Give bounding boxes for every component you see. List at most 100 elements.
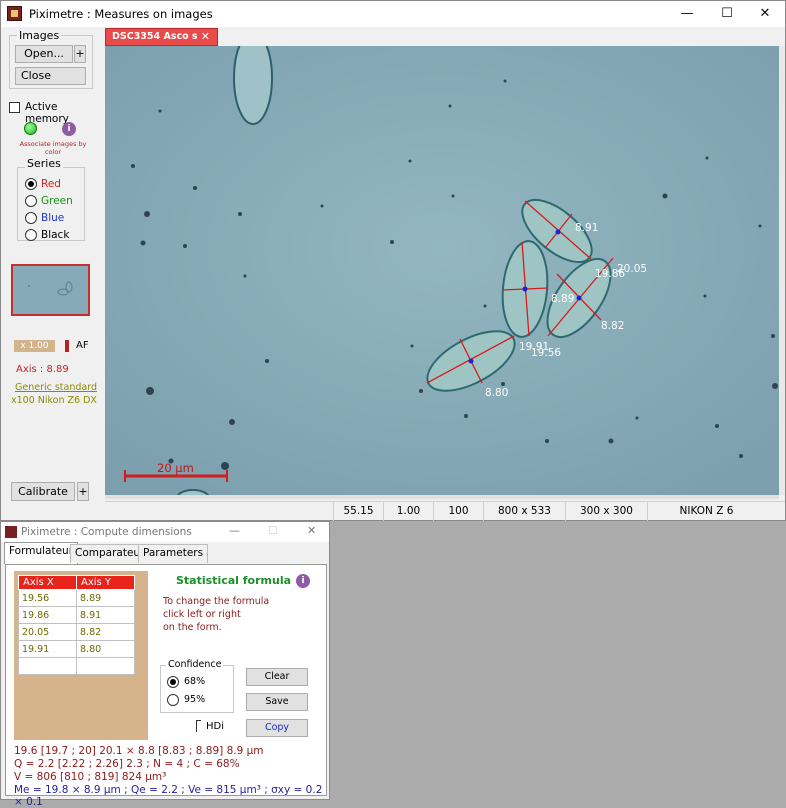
measurements-table-area: Axis X Axis Y 19.56 8.89 19.86 8.91 20.05 8.8…: [14, 571, 148, 740]
partial-spore-top: [233, 46, 273, 125]
vertical-scrollbar[interactable]: [779, 46, 785, 495]
status-value: 55.15: [333, 502, 383, 521]
series-label-green: Green: [41, 195, 73, 207]
hdi-checkbox[interactable]: [196, 720, 201, 732]
compute-title-bar: Piximetre : Compute dimensions — ☐ ✕: [1, 522, 329, 542]
formulateur-panel: Axis X Axis Y 19.56 8.89 19.86 8.91 20.05 8.8…: [5, 564, 327, 808]
table-row[interactable]: 20.05 8.82: [18, 623, 135, 641]
confidence-95-label: 95%: [184, 694, 206, 705]
measure-label: 19.56: [531, 347, 561, 359]
measure-label: 20.05: [617, 263, 647, 275]
measurements-table: Axis X Axis Y 19.56 8.89 19.86 8.91 20.05 8.8…: [18, 575, 135, 675]
instruction-line: To change the formula: [163, 596, 270, 607]
series-radio-green[interactable]: [25, 195, 37, 207]
compute-window-title: Piximetre : Compute dimensions: [21, 526, 192, 538]
app-icon: [7, 6, 22, 21]
zoom-badge[interactable]: x 1.00: [14, 340, 55, 352]
measure-label: 8.82: [601, 320, 624, 332]
hdi-label: HDi: [206, 721, 224, 732]
measure-label: 8.91: [575, 222, 598, 234]
active-memory-checkbox[interactable]: [9, 102, 20, 113]
status-image-size: 800 x 533: [483, 502, 565, 521]
close-button[interactable]: ✕: [745, 1, 785, 27]
image-tab-label: DSC3354 Asco s: [112, 31, 198, 42]
status-magnification: 100: [433, 502, 483, 521]
green-led-icon[interactable]: [24, 122, 37, 135]
instruction-line: on the form.: [163, 622, 222, 633]
af-label[interactable]: AF: [76, 340, 89, 351]
compute-maximize-button[interactable]: ☐: [268, 524, 278, 537]
cell-axis-x[interactable]: [18, 657, 77, 675]
result-line-quotient: Q = 2.2 [2.22 ; 2.26] 2.3 ; N = 4 ; C = …: [14, 758, 240, 770]
info-icon[interactable]: i: [296, 574, 310, 588]
cell-axis-y[interactable]: 8.89: [76, 589, 135, 607]
series-label-blue: Blue: [41, 212, 65, 224]
main-window: Piximetre : Measures on images — ☐ ✕ Ima…: [0, 0, 786, 521]
column-header-axis-x: Axis X: [18, 575, 77, 590]
cell-axis-x[interactable]: 19.56: [18, 589, 77, 607]
app-icon: [5, 526, 17, 538]
status-camera: NIKON Z 6: [647, 502, 765, 521]
calibration-text: x100 Nikon Z6 DX: [11, 395, 97, 406]
calibrate-button[interactable]: Calibrate: [11, 482, 75, 501]
series-radio-red[interactable]: [25, 178, 37, 190]
tab-parameters[interactable]: Parameters: [138, 544, 209, 563]
compute-close-button[interactable]: ✕: [307, 524, 316, 537]
maximize-button[interactable]: ☐: [707, 1, 747, 27]
image-tab-close-icon[interactable]: ✕: [201, 30, 210, 43]
thumbnail-preview-icon: [28, 281, 73, 296]
series-radio-blue[interactable]: [25, 212, 37, 224]
status-bar: 55.15 1.00 100 800 x 533 300 x 300 NIKON…: [105, 501, 785, 521]
minimize-button[interactable]: —: [667, 1, 707, 27]
measure-label: 8.80: [485, 387, 508, 399]
cell-axis-y[interactable]: 8.82: [76, 623, 135, 641]
compute-window: Piximetre : Compute dimensions — ☐ ✕ For…: [0, 521, 330, 808]
calibrate-plus-button[interactable]: +: [77, 482, 89, 501]
images-legend: Images: [17, 29, 62, 42]
table-row[interactable]: 19.56 8.89: [18, 589, 135, 607]
table-row[interactable]: 19.86 8.91: [18, 606, 135, 624]
open-button[interactable]: Open...: [15, 45, 73, 63]
info-icon[interactable]: i: [62, 122, 76, 136]
calibration-link[interactable]: Generic standard: [15, 382, 97, 393]
formula-instructions: To change the formula click left or righ…: [163, 595, 269, 634]
cell-axis-y[interactable]: 8.91: [76, 606, 135, 624]
result-line-mean: Me = 19.8 × 8.9 µm ; Qe = 2.2 ; Ve = 815…: [14, 784, 323, 808]
result-line-volume: V = 806 [810 ; 819] 824 µm³: [14, 771, 167, 783]
table-row[interactable]: [18, 657, 135, 675]
image-canvas[interactable]: 8.91 19.86 20.05 8.89 8.82 19.91 19.56 8…: [105, 46, 779, 495]
instruction-line: click left or right: [163, 609, 241, 620]
measure-label: 8.89: [551, 293, 574, 305]
micrograph-svg: 8.91 19.86 20.05 8.89 8.82 19.91 19.56 8…: [105, 46, 779, 495]
cell-axis-x[interactable]: 20.05: [18, 623, 77, 641]
save-button[interactable]: Save: [246, 693, 308, 711]
window-title: Piximetre : Measures on images: [29, 7, 213, 21]
result-line-dimensions: 19.6 [19.7 ; 20] 20.1 × 8.8 [8.83 ; 8.89…: [14, 745, 264, 757]
clear-button[interactable]: Clear: [246, 668, 308, 686]
horizontal-scrollbar[interactable]: [105, 495, 779, 499]
confidence-68-label: 68%: [184, 676, 206, 687]
cell-axis-y[interactable]: 8.80: [76, 640, 135, 658]
tab-formulateur[interactable]: Formulateur: [4, 542, 79, 564]
column-header-axis-y: Axis Y: [76, 575, 135, 590]
copy-button[interactable]: Copy: [246, 719, 308, 737]
active-memory-label: Active memory: [25, 101, 69, 125]
table-row[interactable]: 19.91 8.80: [18, 640, 135, 658]
series-label-red: Red: [41, 178, 61, 190]
series-legend: Series: [25, 157, 63, 170]
status-zoom: 1.00: [383, 502, 433, 521]
close-image-button[interactable]: Close: [15, 67, 86, 85]
open-plus-button[interactable]: +: [74, 45, 86, 63]
series-radio-black[interactable]: [25, 229, 37, 241]
cell-axis-x[interactable]: 19.91: [18, 640, 77, 658]
confidence-95-radio[interactable]: [167, 694, 179, 706]
axis-readout: Axis : 8.89: [16, 364, 69, 375]
cell-axis-x[interactable]: 19.86: [18, 606, 77, 624]
confidence-legend: Confidence: [166, 659, 224, 670]
compute-minimize-button[interactable]: —: [229, 524, 240, 537]
confidence-68-radio[interactable]: [167, 676, 179, 688]
image-thumbnail[interactable]: [11, 264, 90, 316]
statistical-formula-title: Statistical formula: [176, 574, 292, 587]
cell-axis-y[interactable]: [76, 657, 135, 675]
image-tab[interactable]: DSC3354 Asco s ✕: [105, 28, 218, 46]
